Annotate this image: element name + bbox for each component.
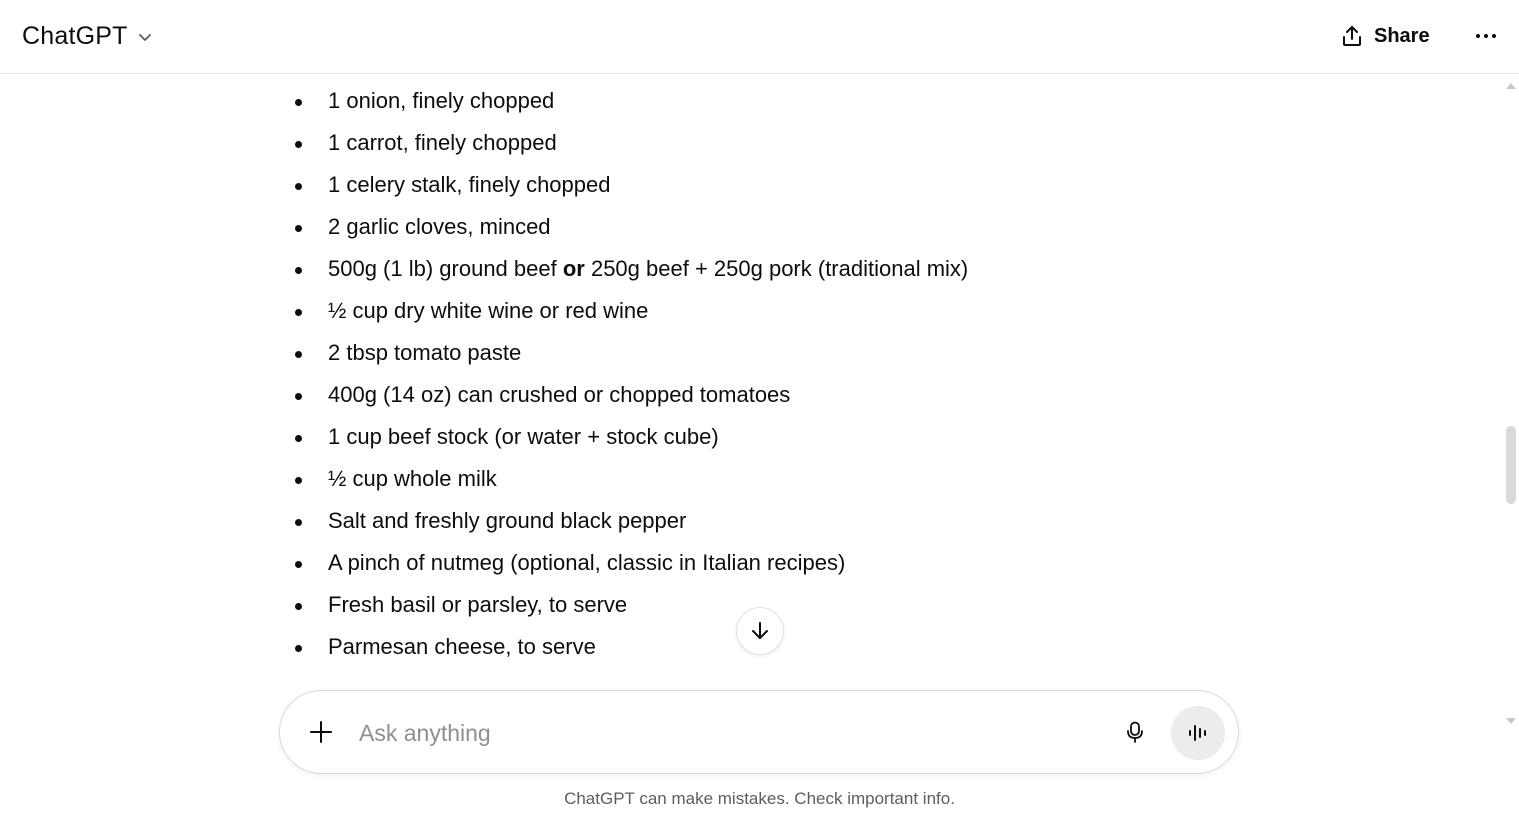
ask-input[interactable] <box>359 713 1079 753</box>
more-horizontal-icon <box>1476 34 1496 38</box>
top-bar: ChatGPT Share <box>0 0 1519 74</box>
dictate-button[interactable] <box>1114 711 1156 753</box>
ingredient-item: 400g (14 oz) can crushed or chopped toma… <box>288 384 1188 426</box>
ingredient-emphasis: or <box>562 256 585 281</box>
arrow-down-icon <box>752 622 768 639</box>
scrollbar-thumb[interactable] <box>1506 426 1516 504</box>
message-composer <box>279 690 1239 774</box>
ingredient-text: 2 tbsp tomato paste <box>328 340 522 365</box>
bullet-point <box>295 99 302 106</box>
bullet-point <box>295 477 302 484</box>
plus-icon <box>310 721 332 743</box>
microphone-icon <box>1127 721 1143 743</box>
add-attachment-button[interactable] <box>300 711 342 753</box>
scroll-up-arrow-icon[interactable] <box>1506 83 1516 89</box>
ingredient-text: Parmesan cheese, to serve <box>328 634 596 659</box>
ingredient-text: 1 carrot, finely chopped <box>328 130 557 155</box>
scroll-to-bottom-button[interactable] <box>736 607 784 655</box>
more-options-button[interactable] <box>1464 16 1508 56</box>
ingredient-item: ½ cup whole milk <box>288 468 1188 510</box>
chatgpt-app: ChatGPT Share 1 tbsp butter (optional bu… <box>0 0 1519 818</box>
bullet-point <box>295 519 302 526</box>
model-name: ChatGPT <box>22 21 128 50</box>
bullet-point <box>295 225 302 232</box>
voice-mode-button[interactable] <box>1171 706 1225 760</box>
disclaimer-text: ChatGPT can make mistakes. Check importa… <box>564 789 955 808</box>
bullet-point <box>295 267 302 274</box>
bullet-point <box>295 435 302 442</box>
ingredient-text: 1 onion, finely chopped <box>328 88 555 113</box>
ingredient-text: 2 garlic cloves, minced <box>328 214 551 239</box>
share-icon <box>1343 26 1361 46</box>
ingredient-item: 1 celery stalk, finely chopped <box>288 174 1188 216</box>
ingredient-list: 1 tbsp butter (optional but adds richnes… <box>288 74 1188 678</box>
ingredient-text: 250g beef + 250g pork (traditional mix) <box>584 256 969 281</box>
bullet-point <box>295 393 302 400</box>
model-selector[interactable]: ChatGPT <box>14 14 162 58</box>
ingredient-item: 1 onion, finely chopped <box>288 90 1188 132</box>
conversation-area: 1 tbsp butter (optional but adds richnes… <box>0 74 1500 684</box>
ingredient-item: 2 tbsp tomato paste <box>288 342 1188 384</box>
ingredient-item: 1 cup beef stock (or water + stock cube) <box>288 426 1188 468</box>
ingredient-text: A pinch of nutmeg (optional, classic in … <box>328 550 846 575</box>
ingredient-text: ½ cup whole milk <box>328 466 497 491</box>
share-button[interactable]: Share <box>1330 16 1440 56</box>
ingredient-item: 2 garlic cloves, minced <box>288 216 1188 258</box>
ingredient-text: ½ cup dry white wine or red wine <box>328 298 649 323</box>
ingredient-text: 500g (1 lb) ground beef <box>328 256 563 281</box>
voice-mode-icon <box>1189 725 1206 741</box>
bullet-point <box>295 351 302 358</box>
bullet-point <box>295 309 302 316</box>
ingredient-item: 1 carrot, finely chopped <box>288 132 1188 174</box>
ingredient-text: 400g (14 oz) can crushed or chopped toma… <box>328 382 791 407</box>
ingredient-item: ½ cup dry white wine or red wine <box>288 300 1188 342</box>
bullet-point <box>295 645 302 652</box>
ingredient-item: Salt and freshly ground black pepper <box>288 510 1188 552</box>
ingredient-text: 1 cup beef stock (or water + stock cube) <box>328 424 719 449</box>
bullet-point <box>295 183 302 190</box>
scrollbar[interactable] <box>1503 78 1517 726</box>
bullet-point <box>295 603 302 610</box>
bullet-point <box>295 561 302 568</box>
chevron-down-icon <box>138 34 151 41</box>
ingredient-text: Fresh basil or parsley, to serve <box>328 592 628 617</box>
share-label: Share <box>1374 24 1430 47</box>
bullet-point <box>295 141 302 148</box>
ingredient-item: 500g (1 lb) ground beef or 250g beef + 2… <box>288 258 1188 300</box>
ingredient-item: A pinch of nutmeg (optional, classic in … <box>288 552 1188 594</box>
ingredient-text: 1 celery stalk, finely chopped <box>328 172 611 197</box>
ingredient-text: Salt and freshly ground black pepper <box>328 508 687 533</box>
scroll-down-arrow-icon[interactable] <box>1506 718 1516 724</box>
